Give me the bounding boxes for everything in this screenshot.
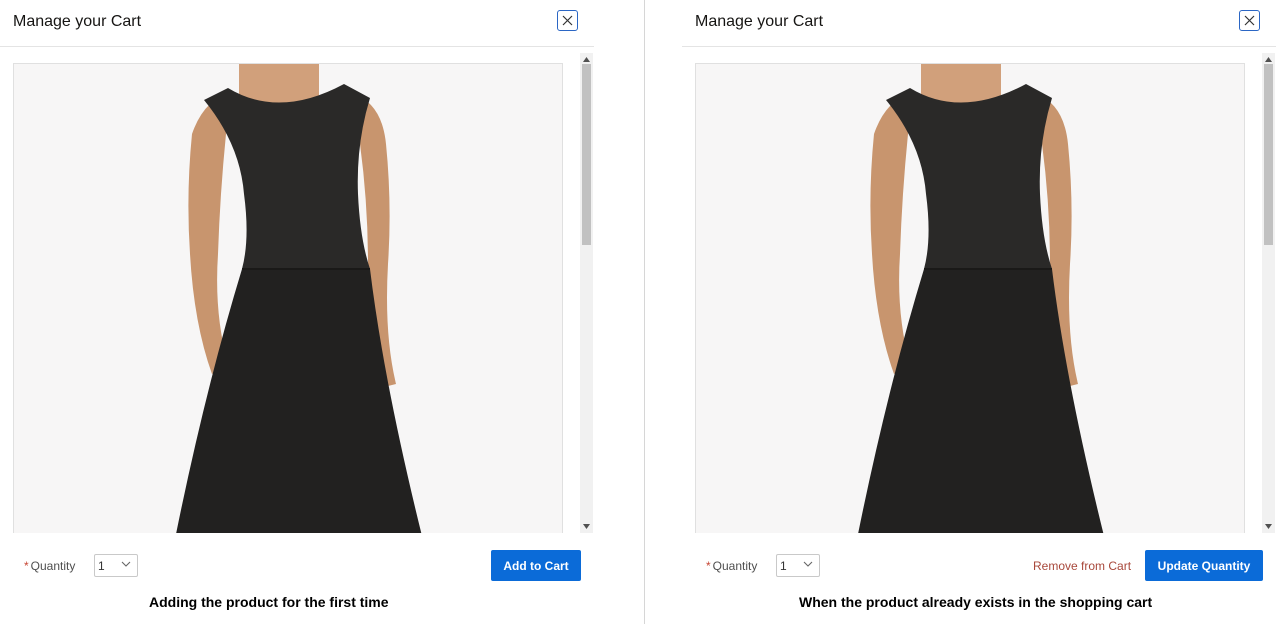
quantity-label: * Quantity <box>706 559 757 573</box>
close-button[interactable] <box>1239 10 1260 31</box>
dialog-title: Manage your Cart <box>13 13 142 30</box>
remove-from-cart-link[interactable]: Remove from Cart <box>1033 559 1131 573</box>
quantity-label-text: Quantity <box>712 559 758 573</box>
scroll-up-arrow-icon <box>583 57 590 62</box>
caption: When the product already exists in the s… <box>799 594 1153 610</box>
scroll-thumb[interactable] <box>1264 64 1273 245</box>
dialog-scrollbar[interactable] <box>1262 53 1275 533</box>
scroll-down-button[interactable] <box>1262 520 1275 533</box>
dialog-footer: * Quantity 1 Remove from Cart Update Quan… <box>682 533 1276 593</box>
close-icon <box>1244 15 1255 26</box>
chevron-down-icon <box>121 561 131 567</box>
caption: Adding the product for the first time <box>149 594 389 610</box>
dialog-title: Manage your Cart <box>695 13 824 30</box>
quantity-label: * Quantity <box>24 559 75 573</box>
dialog-body <box>0 47 594 533</box>
scroll-down-button[interactable] <box>580 520 593 533</box>
scroll-down-arrow-icon <box>1265 524 1272 529</box>
quantity-select[interactable]: 1 <box>776 554 820 577</box>
manage-cart-dialog-add: Manage your Cart * Quantity 1 Add to Car… <box>0 0 600 624</box>
required-marker: * <box>706 559 711 573</box>
dialog-body <box>682 47 1276 533</box>
chevron-down-icon <box>803 561 813 567</box>
quantity-label-text: Quantity <box>30 559 76 573</box>
quantity-value: 1 <box>98 559 105 573</box>
quantity-select[interactable]: 1 <box>94 554 138 577</box>
scroll-down-arrow-icon <box>583 524 590 529</box>
quantity-value: 1 <box>780 559 787 573</box>
required-marker: * <box>24 559 29 573</box>
add-to-cart-button[interactable]: Add to Cart <box>491 550 581 581</box>
scroll-thumb[interactable] <box>582 64 591 245</box>
scroll-up-arrow-icon <box>1265 57 1272 62</box>
close-icon <box>562 15 573 26</box>
update-quantity-button[interactable]: Update Quantity <box>1145 550 1263 581</box>
dialog-footer: * Quantity 1 Add to Cart <box>0 533 594 593</box>
product-image <box>695 63 1245 533</box>
close-button[interactable] <box>557 10 578 31</box>
dialog-header: Manage your Cart <box>0 0 594 47</box>
dialog-scrollbar[interactable] <box>580 53 593 533</box>
manage-cart-dialog-update: Manage your Cart * Quantity 1 Remove fro… <box>682 0 1282 624</box>
dialog-header: Manage your Cart <box>682 0 1276 47</box>
product-image <box>13 63 563 533</box>
panel-divider <box>644 0 645 624</box>
